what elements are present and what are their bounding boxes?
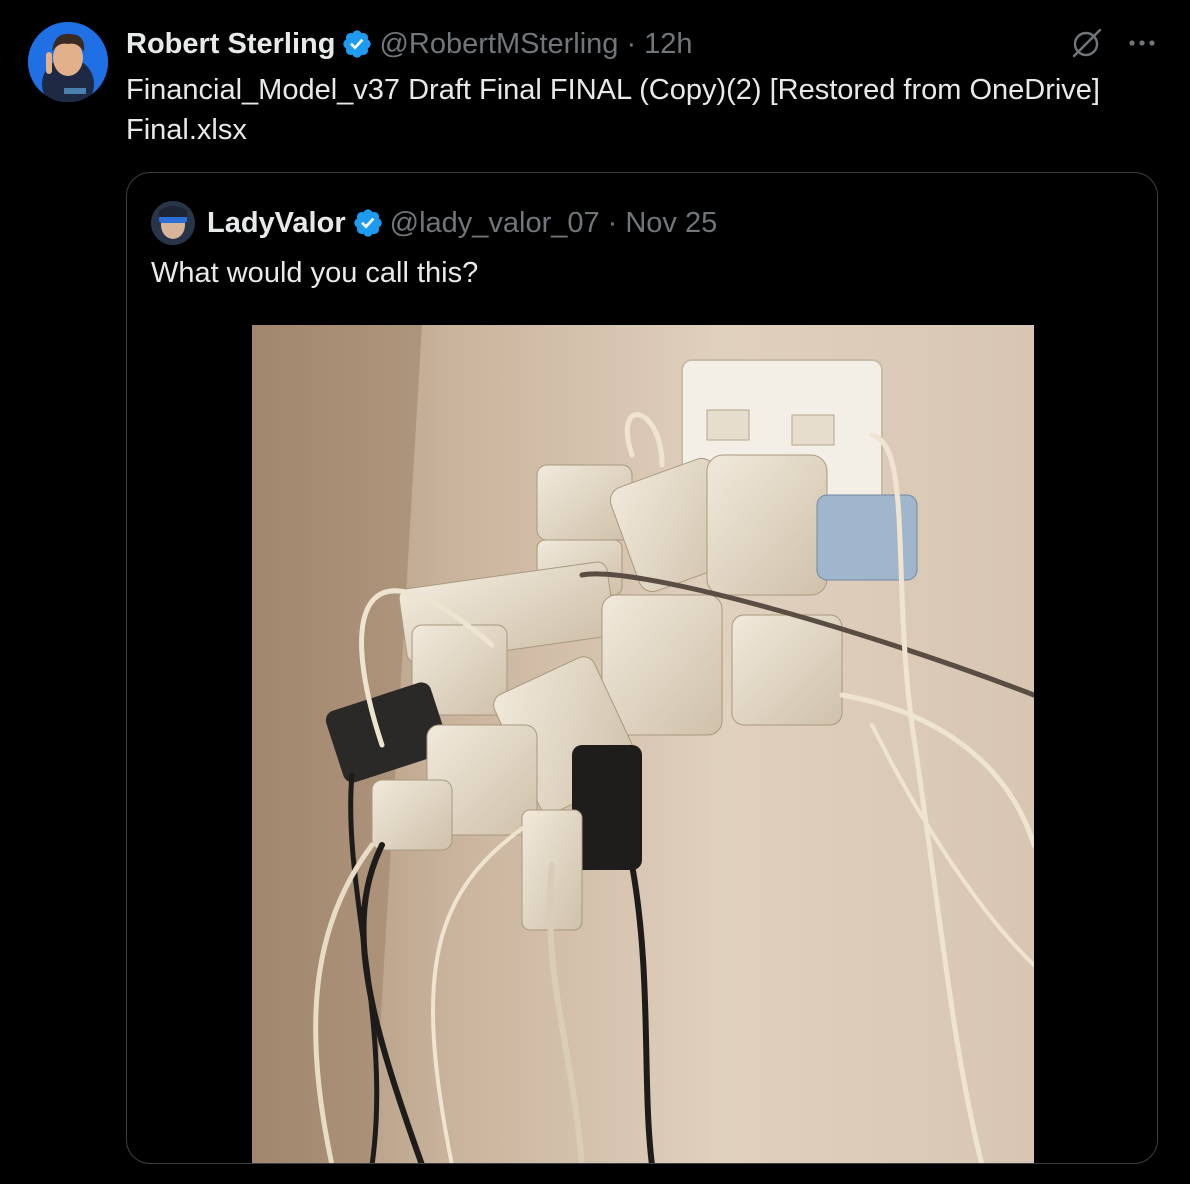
quoted-tweet-text: What would you call this? [151,257,479,289]
tweet-header: Robert Sterling @RobertMSterling · 12h [126,24,693,64]
quoted-author-avatar[interactable] [151,201,195,245]
quoted-tweet-header: LadyValor @lady_valor_07 · Nov 25 [151,201,717,245]
quoted-tweet-photo[interactable] [252,325,1034,1163]
author-avatar[interactable] [28,22,108,102]
grok-icon[interactable] [1068,26,1104,62]
tweet-timestamp[interactable]: 12h [644,28,692,61]
quoted-author-handle[interactable]: @lady_valor_07 [390,207,600,240]
separator-dot: · [607,206,618,239]
tangled-power-adapters-photo [252,325,1034,1163]
author-handle[interactable]: @RobertMSterling [379,28,618,61]
quoted-tweet[interactable]: LadyValor @lady_valor_07 · Nov 25 What w… [126,172,1158,1164]
separator-dot: · [626,27,637,60]
tweet-text: Financial_Model_v37 Draft Final FINAL (C… [126,74,1100,146]
quoted-tweet-timestamp[interactable]: Nov 25 [625,207,717,240]
verified-badge-icon[interactable] [341,28,373,60]
quoted-author-name[interactable]: LadyValor [207,207,346,240]
more-options-icon[interactable] [1124,28,1160,58]
author-name[interactable]: Robert Sterling [126,28,335,61]
verified-badge-icon[interactable] [352,207,384,239]
